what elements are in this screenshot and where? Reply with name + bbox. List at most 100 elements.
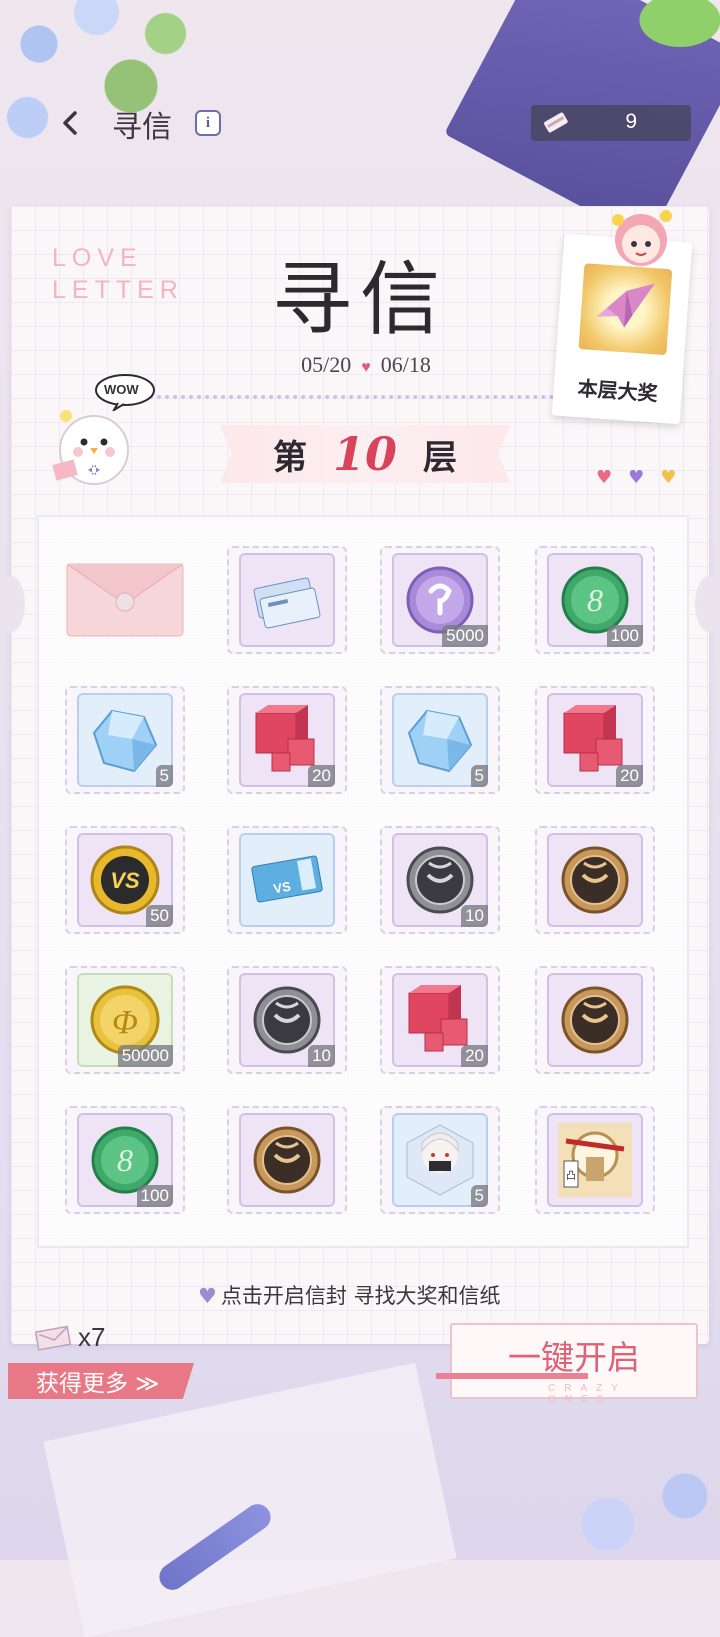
reward-cell[interactable]: VS 50 [65, 826, 185, 934]
reward-cell[interactable]: 凸 [535, 1106, 655, 1214]
back-button[interactable] [52, 103, 92, 143]
prize-card-label: 本层大奖 [576, 376, 659, 406]
currency-value: 9 [625, 110, 637, 133]
svg-text:8: 8 [117, 1142, 133, 1178]
love-letter-decoration: LOVE LETTER [52, 242, 184, 306]
reward-item: 5 [392, 693, 488, 787]
reward-item: 凸 [547, 1113, 643, 1207]
info-icon: i [205, 114, 211, 131]
reward-count: 10 [308, 1045, 335, 1067]
hint-text: ♥ 点击开启信封 寻找大奖和信纸 [198, 1280, 501, 1310]
reward-cell[interactable]: 20 [535, 686, 655, 794]
chevron-left-icon [63, 111, 77, 135]
background-leaves [620, 0, 720, 60]
letter-count: x7 [34, 1322, 105, 1353]
reward-item: 5 [392, 1113, 488, 1207]
reward-item: 8 100 [77, 1113, 173, 1207]
bronze-medal-icon [248, 1121, 326, 1199]
floor-suffix: 层 [423, 437, 457, 478]
chibi-girl-icon [612, 210, 672, 266]
envelope-ticket-icon [34, 1325, 72, 1351]
reward-cell[interactable]: Φ 50000 [65, 966, 185, 1074]
event-title: 寻信 [272, 253, 448, 346]
reward-cell[interactable]: 8 100 [65, 1106, 185, 1214]
ticket-notch-left [0, 576, 25, 632]
reward-item: 5000 [392, 553, 488, 647]
floor-prefix: 第 [272, 437, 307, 478]
letter-scroll-icon [544, 112, 568, 133]
reward-count: 100 [136, 1185, 173, 1207]
reward-count: 50 [146, 905, 173, 927]
reward-item [547, 833, 643, 927]
reward-count: 5000 [442, 625, 488, 647]
heart-icon: ♥ [660, 467, 677, 488]
vs-ticket-icon: VS [248, 841, 326, 919]
reward-cell[interactable]: 5 [65, 686, 185, 794]
ticket-perforation [125, 395, 570, 399]
background-flowers-bottom [520, 1440, 720, 1580]
reward-cell[interactable] [227, 546, 347, 654]
reward-item: 8 100 [547, 553, 643, 647]
paper-crane-icon [578, 263, 673, 356]
reward-item: 20 [239, 693, 335, 787]
reward-cell[interactable]: 20 [227, 686, 347, 794]
reward-item: 10 [392, 833, 488, 927]
floor-indicator: 第 10 层 [220, 425, 510, 483]
heart-icon: ♥ [361, 359, 371, 376]
currency-display: 9 [531, 105, 691, 141]
floor-number: 10 [332, 427, 397, 481]
svg-text:Φ: Φ [112, 1004, 138, 1041]
get-more-button[interactable]: 获得更多 ≫ [8, 1363, 194, 1399]
reward-count: 20 [616, 765, 643, 787]
reward-item: 20 [392, 973, 488, 1067]
reward-cell[interactable] [227, 1106, 347, 1214]
reward-item: 10 [239, 973, 335, 1067]
svg-text:VS: VS [110, 868, 140, 893]
reward-item [239, 553, 335, 647]
header-title: 寻信 [112, 110, 172, 145]
reward-cell[interactable]: 5 [380, 1106, 500, 1214]
reward-item: 5 [77, 693, 173, 787]
reward-item: VS 50 [77, 833, 173, 927]
open-all-label: 一键开启 [508, 1338, 640, 1377]
open-all-button[interactable]: 一键开启 CRAZY ONES [436, 1323, 698, 1405]
pass-cards-icon [248, 561, 326, 639]
blue-crystal-icon [86, 701, 164, 779]
heart-icon: ♥ [198, 1284, 217, 1308]
reward-cell[interactable]: 20 [380, 966, 500, 1074]
reward-cell[interactable]: 10 [380, 826, 500, 934]
open-all-underline [436, 1373, 588, 1379]
reward-cell[interactable] [535, 966, 655, 1074]
svg-text:VS: VS [272, 879, 292, 897]
reward-cell[interactable]: VS [227, 826, 347, 934]
open-all-subtext: CRAZY ONES [548, 1383, 627, 1405]
event-dates: 05/20 ♥ 06/18 [276, 352, 456, 378]
reward-cell[interactable]: 5000 [380, 546, 500, 654]
svg-text:凸: 凸 [566, 1170, 576, 1182]
background-paper [43, 1362, 457, 1637]
love-letter-line2: LETTER [52, 276, 184, 304]
svg-text:8: 8 [587, 582, 603, 618]
reward-count: 20 [308, 765, 335, 787]
letter-count-value: x7 [78, 1322, 106, 1352]
reward-count: 5 [470, 1185, 488, 1207]
hearts-decoration: ♥ ♥ ♥ [596, 467, 676, 488]
character-portrait-icon [401, 1121, 479, 1199]
reward-count: 100 [606, 625, 643, 647]
reward-cell[interactable]: 10 [227, 966, 347, 1074]
dragon-frame-icon: 凸 [556, 1121, 634, 1199]
heart-icon: ♥ [628, 467, 645, 488]
love-letter-line1: LOVE [52, 244, 143, 272]
reward-cell[interactable]: 5 [380, 686, 500, 794]
reward-cell[interactable] [535, 826, 655, 934]
bronze-medal-icon [556, 981, 634, 1059]
heart-icon: ♥ [596, 467, 613, 488]
info-button[interactable]: i [195, 110, 221, 136]
reward-count: 5 [470, 765, 488, 787]
reward-count: 5 [155, 765, 173, 787]
reward-item: 20 [547, 693, 643, 787]
reward-cell[interactable]: 8 100 [535, 546, 655, 654]
opened-envelope[interactable] [65, 546, 185, 654]
reward-item [547, 973, 643, 1067]
hint-label: 点击开启信封 寻找大奖和信纸 [220, 1284, 501, 1308]
